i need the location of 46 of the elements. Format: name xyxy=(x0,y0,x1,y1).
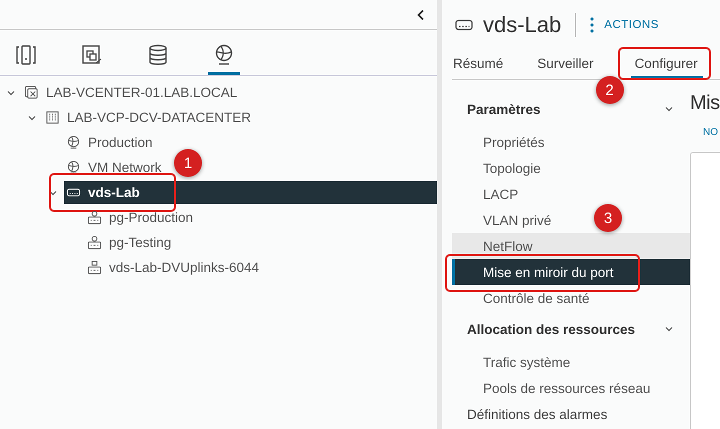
tab[interactable]: Résumé xyxy=(452,50,504,79)
nav-item[interactable]: Trafic système xyxy=(452,349,570,375)
view-tab[interactable] xyxy=(208,44,240,75)
collapse-icon[interactable] xyxy=(416,8,426,20)
tree-item[interactable]: LAB-VCP-DCV-DATACENTER xyxy=(43,106,252,129)
nav-item[interactable]: VLAN privé xyxy=(452,207,552,233)
network-icon xyxy=(66,135,81,150)
tree-item[interactable]: pg-Testing xyxy=(85,231,172,254)
port-group-icon xyxy=(87,210,102,225)
switch-icon xyxy=(455,18,473,32)
nav-item[interactable]: Définitions des alarmes xyxy=(452,401,690,427)
tree-item[interactable]: LAB-VCENTER-01.LAB.LOCAL xyxy=(22,81,238,104)
port-group-icon xyxy=(87,235,102,250)
nav-item[interactable]: Mise en miroir du port xyxy=(452,259,690,285)
network-icon xyxy=(213,44,235,66)
network-icon xyxy=(66,160,81,175)
page-title: vds-Lab xyxy=(483,12,562,38)
chevron-icon[interactable] xyxy=(664,104,674,114)
uplink-icon xyxy=(87,260,102,275)
building-icon xyxy=(45,110,60,125)
vms-icon xyxy=(81,44,103,66)
tab[interactable]: Configurer xyxy=(630,50,703,79)
nav-item[interactable]: LACP xyxy=(452,181,518,207)
nav-item[interactable]: NetFlow xyxy=(452,233,690,259)
tree-item[interactable]: vds-Lab-DVUplinks-6044 xyxy=(85,256,260,279)
nav-item[interactable]: Topologie xyxy=(452,155,541,181)
chevron-icon[interactable] xyxy=(664,324,674,334)
step-badge: 2 xyxy=(596,76,624,104)
kebab-icon xyxy=(590,17,594,33)
actions-button[interactable]: ACTIONS xyxy=(590,17,659,33)
tree-item[interactable]: vds-Lab xyxy=(64,181,437,204)
tree-item[interactable]: Production xyxy=(64,131,153,154)
tab[interactable]: Surveiller xyxy=(536,50,595,79)
nav-item[interactable]: Pools de ressources réseau xyxy=(452,375,650,401)
step-badge: 3 xyxy=(594,204,622,232)
tab[interactable]: NO xyxy=(703,127,718,138)
tree-item[interactable]: pg-Production xyxy=(85,206,194,229)
hosts-icon xyxy=(15,44,37,66)
section-header[interactable]: Allocation des ressources xyxy=(452,316,690,342)
tree-item[interactable]: VM Network xyxy=(64,156,162,179)
nav-item[interactable]: Propriétés xyxy=(452,129,545,155)
nav-item[interactable]: Contrôle de santé xyxy=(452,285,590,311)
database-icon xyxy=(147,44,169,66)
step-badge: 1 xyxy=(174,149,202,177)
content-heading: Mis xyxy=(690,92,720,115)
vcenter-icon xyxy=(24,85,39,100)
